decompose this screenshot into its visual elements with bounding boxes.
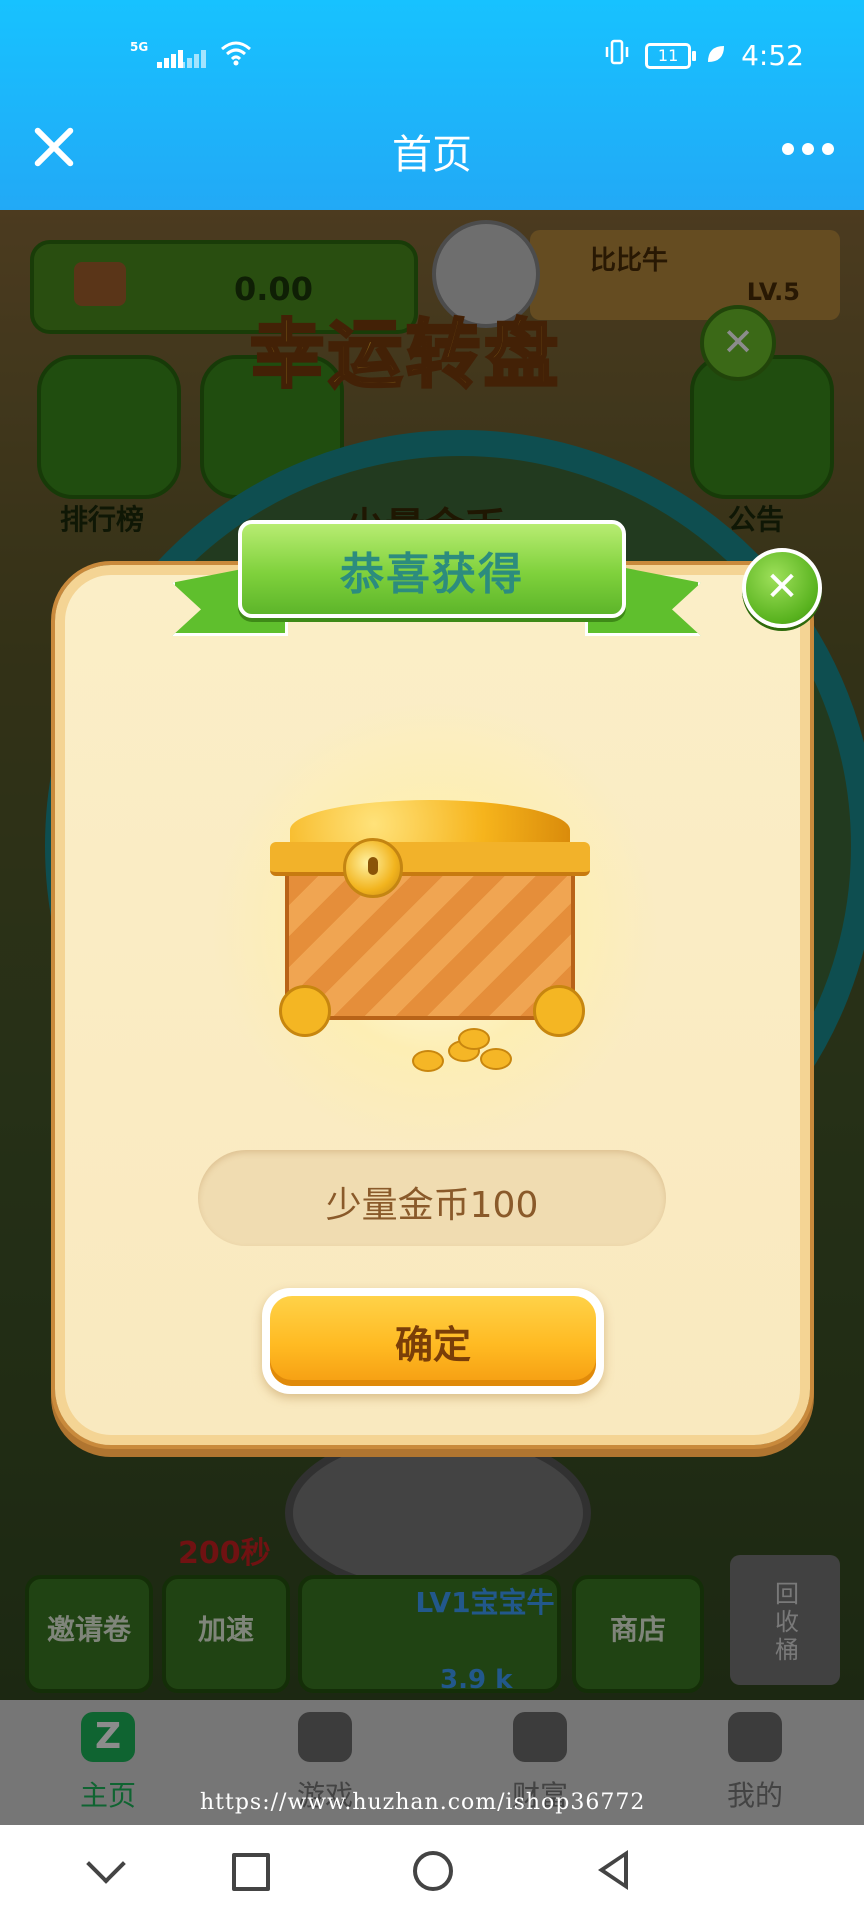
status-right: 11 4:52: [603, 38, 804, 73]
wifi-icon: [220, 40, 252, 72]
reward-amount: 少量金币100: [198, 1150, 666, 1246]
coin-icon: [412, 1050, 444, 1072]
coin-icon: [458, 1028, 490, 1050]
cellular-signal-icon: 5G: [130, 40, 185, 68]
confirm-button[interactable]: 确定: [262, 1288, 604, 1394]
app-header: 5G 11 4:52 首页: [0, 0, 864, 210]
title-ribbon: 恭喜获得: [238, 520, 626, 618]
leaf-icon: [705, 39, 727, 72]
treasure-chest-icon: [265, 800, 595, 1070]
back-triangle-icon[interactable]: [598, 1850, 628, 1890]
recent-apps-icon[interactable]: [232, 1853, 270, 1891]
watermark: https://www.huzhan.com/ishop36772: [200, 1790, 646, 1815]
dialog-title: 恭喜获得: [340, 549, 524, 600]
dialog-close-button[interactable]: ✕: [742, 548, 822, 628]
more-options-icon[interactable]: [782, 143, 834, 155]
home-circle-icon[interactable]: [413, 1851, 453, 1891]
vibrate-icon: [603, 38, 631, 73]
battery-icon: 11: [645, 42, 697, 69]
lock-icon: [343, 838, 403, 898]
coin-icon: [480, 1048, 512, 1070]
status-bar: 5G 11 4:52: [0, 0, 864, 110]
cellular-signal-2-icon: [180, 40, 208, 68]
reward-text: 少量金币100: [325, 1185, 539, 1226]
clock: 4:52: [741, 39, 804, 72]
confirm-label: 确定: [394, 1323, 471, 1367]
page-title: 首页: [392, 132, 472, 178]
